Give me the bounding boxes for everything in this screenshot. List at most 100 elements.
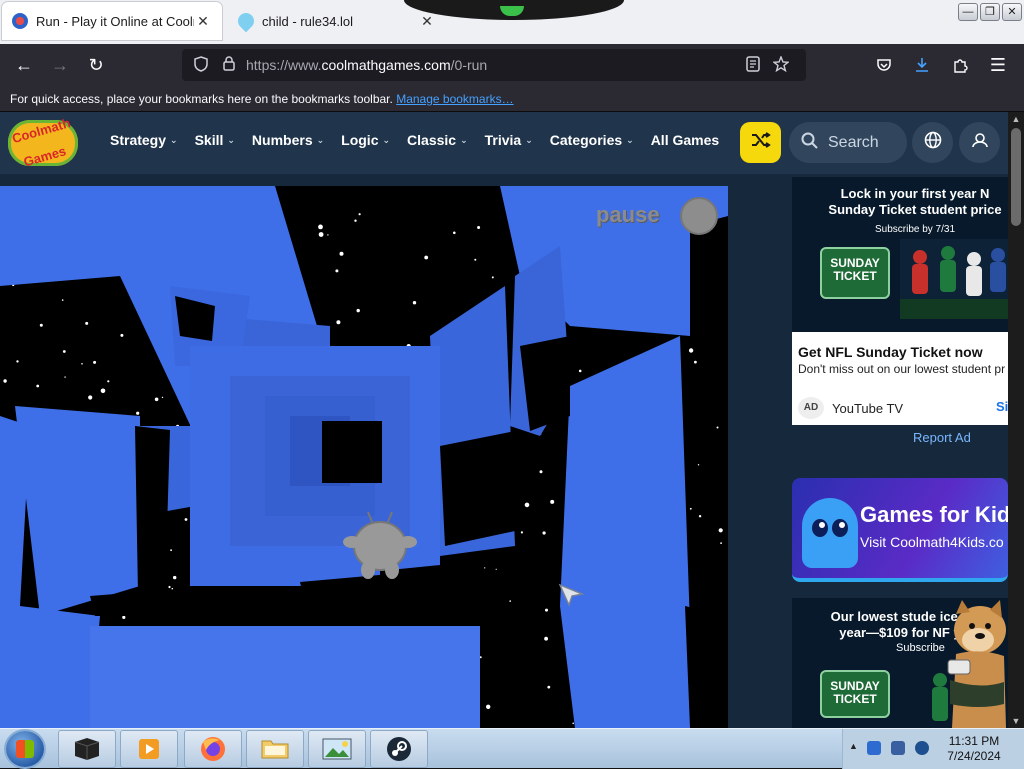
show-hidden-icons-icon[interactable]: ▲	[849, 741, 858, 751]
taskbar-media-player[interactable]	[120, 730, 178, 768]
menu-classic[interactable]: Classic ⌄	[407, 132, 468, 148]
scroll-down-arrow-icon[interactable]: ▼	[1008, 716, 1024, 726]
steam-tray-icon[interactable]	[915, 741, 929, 755]
menu-trivia[interactable]: Trivia ⌄	[485, 132, 533, 148]
extensions-icon[interactable]	[942, 47, 978, 83]
star	[688, 348, 694, 353]
start-button[interactable]	[6, 731, 44, 767]
star	[100, 388, 106, 394]
tab-second[interactable]: child - rule34.lol ✕	[228, 2, 446, 40]
star	[170, 549, 173, 552]
restore-icon[interactable]: ❐	[980, 3, 1000, 21]
close-tab-icon[interactable]: ✕	[194, 13, 212, 30]
taskbar-clock[interactable]: 11:31 PM 7/24/2024	[934, 734, 1014, 764]
taskbar-file-explorer[interactable]	[246, 730, 304, 768]
menu-categories[interactable]: Categories ⌄	[550, 132, 634, 148]
star	[716, 426, 719, 429]
advertiser-name: YouTube TV	[832, 400, 904, 416]
menu-label: Trivia	[484, 132, 522, 148]
windows-taskbar: ▲ 11:31 PM 7/24/2024	[0, 728, 1024, 769]
scroll-up-arrow-icon[interactable]: ▲	[1008, 114, 1024, 124]
report-ad-link[interactable]: Report Ad	[913, 430, 971, 445]
language-button[interactable]	[912, 122, 953, 163]
ad-sunday-ticket[interactable]: Lock in your first year N Sunday Ticket …	[792, 177, 1008, 425]
tab-run-coolmath[interactable]: Run - Play it Online at Coolmath Games ✕	[2, 2, 222, 40]
menu-logic[interactable]: Logic ⌄	[341, 132, 390, 148]
site-search-box[interactable]: Search	[789, 122, 907, 163]
manage-bookmarks-link[interactable]: Manage bookmarks…	[396, 92, 513, 106]
ticket-line-2: TICKET	[833, 269, 877, 283]
close-window-icon[interactable]: ✕	[1002, 3, 1022, 21]
game-canvas[interactable]: pause	[0, 186, 728, 728]
ad2-headline: Games for Kid	[860, 502, 1008, 527]
chevron-down-icon: ⌄	[460, 134, 468, 145]
folder-icon	[261, 740, 289, 759]
scroll-thumb[interactable]	[1011, 128, 1021, 226]
menu-all-games[interactable]: All Games	[651, 132, 719, 148]
star	[339, 251, 344, 256]
bluetooth-tray-icon[interactable]	[867, 741, 881, 755]
cursor-arrow-icon	[558, 583, 584, 607]
coolmath-logo[interactable]: Coolmath Games	[8, 115, 78, 169]
address-bar[interactable]: https://www.coolmathgames.com/0-run	[182, 49, 806, 81]
network-tray-icon[interactable]	[891, 741, 905, 755]
star	[154, 397, 159, 402]
sunday-ticket-logo: SUNDAY TICKET	[820, 670, 890, 718]
reader-view-icon[interactable]	[742, 55, 764, 75]
ad-advertiser-row: AD YouTube TV	[798, 397, 903, 419]
taskbar-steam[interactable]	[370, 730, 428, 768]
star	[578, 369, 582, 373]
menu-skill[interactable]: Skill ⌄	[195, 132, 235, 148]
chevron-down-icon: ⌄	[626, 134, 634, 145]
menu-label: All Games	[650, 132, 720, 148]
tab-title: Run - Play it Online at Coolmath Games	[36, 13, 194, 29]
taskbar-terminal[interactable]	[58, 730, 116, 768]
ad-cta-button[interactable]: Si	[996, 399, 1008, 414]
taskbar-firefox[interactable]	[184, 730, 242, 768]
star	[36, 384, 40, 388]
ticket-line-1: SUNDAY	[830, 256, 880, 270]
minimize-icon[interactable]: —	[958, 3, 978, 21]
bookmark-star-icon[interactable]	[770, 54, 792, 75]
star	[509, 600, 512, 602]
forward-button[interactable]: →	[42, 47, 78, 83]
reload-button[interactable]: ↻	[78, 47, 114, 83]
url-text[interactable]: https://www.coolmathgames.com/0-run	[246, 57, 742, 73]
taskbar-photos[interactable]	[308, 730, 366, 768]
star	[491, 276, 494, 279]
random-game-button[interactable]	[740, 122, 781, 163]
star	[358, 213, 361, 216]
menu-strategy[interactable]: Strategy ⌄	[110, 132, 178, 148]
account-button[interactable]	[959, 122, 1000, 163]
menu-label: Logic	[341, 132, 379, 148]
star	[484, 567, 486, 569]
shield-icon[interactable]	[190, 55, 212, 75]
pocket-icon[interactable]	[866, 47, 902, 83]
back-button[interactable]: ←	[6, 47, 42, 83]
lock-icon[interactable]	[218, 56, 240, 74]
star	[486, 704, 491, 709]
chevron-down-icon: ⌄	[382, 134, 391, 145]
chevron-down-icon: ⌄	[227, 134, 235, 145]
downloads-icon[interactable]	[904, 47, 940, 83]
clock-time: 11:31 PM	[948, 734, 1000, 748]
star	[689, 507, 692, 510]
windows-logo-icon	[16, 740, 34, 758]
star	[336, 320, 341, 325]
page-scrollbar[interactable]: ▲ ▼	[1008, 112, 1024, 728]
pause-button[interactable]	[680, 197, 718, 235]
menu-hamburger-icon[interactable]: ☰	[980, 47, 1016, 83]
menu-label: Numbers	[251, 132, 313, 148]
menu-label: Categories	[549, 132, 623, 148]
close-tab-icon[interactable]: ✕	[418, 13, 436, 30]
pause-label[interactable]: pause	[596, 202, 660, 228]
star	[3, 379, 7, 383]
logo-line-2: Games	[21, 142, 68, 170]
steam-icon	[387, 737, 411, 761]
menu-numbers[interactable]: Numbers ⌄	[252, 132, 324, 148]
clock-date: 7/24/2024	[947, 749, 1001, 763]
star	[354, 219, 357, 222]
star	[477, 226, 481, 229]
ad-coolmath4kids[interactable]: Games for Kid Visit Coolmath4Kids.co	[792, 478, 1008, 582]
menu-label: Classic	[407, 132, 457, 148]
